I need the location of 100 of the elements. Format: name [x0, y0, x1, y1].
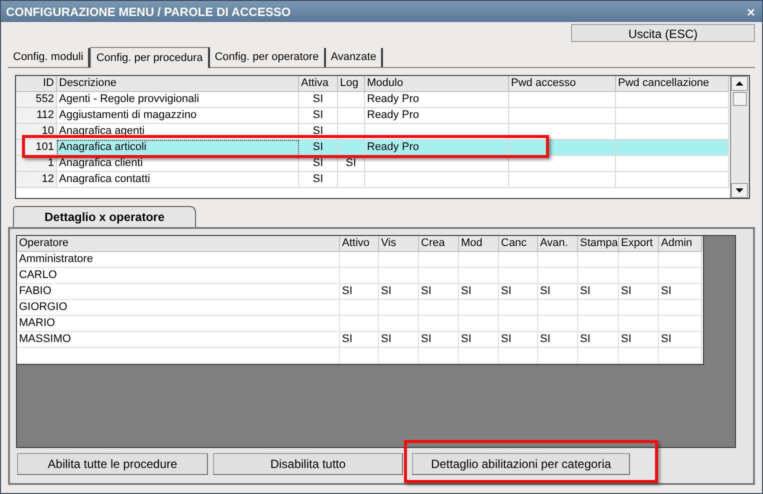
table-cell: [419, 252, 459, 268]
table-cell: [619, 316, 659, 332]
table-cell: [419, 348, 459, 364]
table-row[interactable]: 12 Anagrafica contatti SI: [16, 172, 729, 188]
scrollbar[interactable]: [730, 76, 749, 198]
table-cell: Anagrafica clienti: [57, 156, 299, 172]
table-cell: SI: [659, 332, 702, 348]
table-cell: SI: [538, 284, 578, 300]
table-cell: SI: [379, 332, 419, 348]
table-cell: CARLO: [17, 268, 340, 284]
table-cell: SI: [578, 284, 619, 300]
table-cell: SI: [499, 284, 538, 300]
column-header: Vis: [379, 236, 419, 252]
table-cell: [459, 348, 499, 364]
exit-button[interactable]: Uscita (ESC): [571, 24, 755, 42]
table-cell: SI: [499, 332, 538, 348]
table-cell: Ready Pro: [365, 92, 509, 108]
table-cell: [659, 348, 702, 364]
table-cell: [659, 252, 702, 268]
table-cell: [338, 172, 365, 188]
table-cell: Ready Pro: [365, 108, 509, 124]
table-cell: [619, 300, 659, 316]
column-header: Mod: [459, 236, 499, 252]
table-cell: SI: [538, 332, 578, 348]
scroll-up-icon[interactable]: [731, 76, 748, 91]
table-row[interactable]: 101 Anagrafica articoli SI Ready Pro: [16, 140, 729, 156]
table-cell: [340, 348, 379, 364]
tab[interactable]: Config. per procedura: [90, 47, 210, 68]
table-cell: [659, 316, 702, 332]
table-cell: [499, 268, 538, 284]
table-row[interactable]: 112 Aggiustamenti di magazzino SI Ready Pro: [16, 108, 729, 124]
table-cell: [538, 316, 578, 332]
table-cell: [340, 316, 379, 332]
table-cell: SI: [459, 332, 499, 348]
table-cell: 552: [16, 92, 57, 108]
table-cell: [619, 252, 659, 268]
table-cell: SI: [619, 332, 659, 348]
column-header: Log: [338, 76, 365, 92]
action-button[interactable]: Disabilita tutto: [213, 453, 403, 475]
table-cell: SI: [299, 156, 338, 172]
table-cell: Ready Pro: [365, 140, 509, 156]
table-cell: [619, 268, 659, 284]
table-cell: [619, 348, 659, 364]
table-cell: [499, 316, 538, 332]
table-cell: [459, 268, 499, 284]
table-cell: [379, 316, 419, 332]
table-cell: [419, 268, 459, 284]
action-button[interactable]: Dettaglio abilitazioni per categoria: [412, 453, 630, 475]
table-row[interactable]: 552 Agenti - Regole provvigionali SI Ready Pro: [16, 92, 729, 108]
scroll-down-icon[interactable]: [731, 183, 748, 198]
table-cell: Amministratore: [17, 252, 340, 268]
window-title: CONFIGURAZIONE MENU / PAROLE DI ACCESSO: [6, 4, 291, 20]
table-cell: [538, 300, 578, 316]
table-cell: SI: [299, 92, 338, 108]
column-header: Admin: [659, 236, 702, 252]
column-header: Export: [619, 236, 659, 252]
table-cell: SI: [619, 284, 659, 300]
table-cell: Anagrafica articoli: [57, 140, 299, 156]
column-header: Crea: [419, 236, 459, 252]
table-cell: [659, 268, 702, 284]
tab[interactable]: Dettaglio x operatore: [13, 206, 196, 227]
column-header: Descrizione: [57, 76, 299, 92]
table-cell: SI: [659, 284, 702, 300]
table-cell: FABIO: [17, 284, 340, 300]
table-cell: [379, 300, 419, 316]
table-cell: [459, 252, 499, 268]
table-cell: [340, 268, 379, 284]
table-cell: [459, 300, 499, 316]
table-cell: [499, 300, 538, 316]
table-cell: [419, 300, 459, 316]
table-cell: [578, 348, 619, 364]
column-header: Modulo: [365, 76, 509, 92]
table-cell: SI: [340, 284, 379, 300]
table-cell: [379, 252, 419, 268]
column-header: Stampa: [578, 236, 619, 252]
table-cell: SI: [459, 284, 499, 300]
table-cell: [340, 252, 379, 268]
table-cell: SI: [419, 332, 459, 348]
action-button[interactable]: Abilita tutte le procedure: [17, 453, 208, 475]
table-cell: SI: [578, 332, 619, 348]
table-cell: SI: [338, 156, 365, 172]
close-button[interactable]: ×: [744, 4, 757, 18]
column-header: Attiva: [299, 76, 338, 92]
table-cell: 12: [16, 172, 57, 188]
table-cell: Agenti - Regole provvigionali: [57, 92, 299, 108]
table-cell: GIORGIO: [17, 300, 340, 316]
table-cell: [379, 348, 419, 364]
table-row[interactable]: 1 Anagrafica clienti SI SI: [16, 156, 729, 172]
table-cell: [338, 108, 365, 124]
column-header: Pwd cancellazione: [616, 76, 729, 92]
column-header: Attivo: [340, 236, 379, 252]
table-cell: [538, 348, 578, 364]
table-cell: MASSIMO: [17, 332, 340, 348]
table-cell: [379, 268, 419, 284]
table-cell: [499, 348, 538, 364]
column-header: Avan.: [538, 236, 578, 252]
table-cell: [578, 268, 619, 284]
scroll-thumb[interactable]: [733, 92, 747, 106]
table-cell: SI: [299, 172, 338, 188]
column-header: Operatore: [17, 236, 340, 252]
